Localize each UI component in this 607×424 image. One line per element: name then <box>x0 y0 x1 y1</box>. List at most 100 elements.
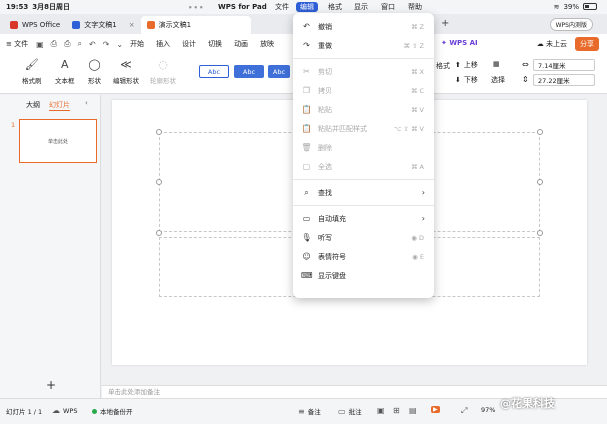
width-field[interactable]: 7.14厘米 <box>533 59 595 71</box>
menu-edit[interactable]: 编辑 <box>296 2 318 12</box>
paste-icon: 📋 <box>301 105 312 114</box>
edit-shape-button[interactable]: ≪ 编辑形状 <box>113 58 139 85</box>
menu-item-paste[interactable]: 📋 粘贴 ⌘ V <box>293 100 434 119</box>
scissors-icon: ✂ <box>303 67 310 76</box>
edit-menu: ↶ 撤销 ⌘ Z ↷ 重做 ⌘ ⇧ Z ✂ 剪切 ⌘ X ❐ 拷贝 ⌘ C 📋 粘贴 ⌘ V 📋 粘贴并匹配样式… <box>293 13 434 298</box>
tool-label: 格式刷 <box>22 77 42 85</box>
app-name: WPS for Pad <box>218 3 267 11</box>
tab-home[interactable]: 开始 <box>130 39 144 49</box>
menu-help[interactable]: 帮助 <box>408 2 422 12</box>
cloud-label: 未上云 <box>546 40 567 48</box>
slides-panel: 大纲 幻灯片 ‹ 1 单击此处 + <box>0 95 101 398</box>
menu-item-paste-match[interactable]: 📋 粘贴并匹配样式 ⌥ ⇧ ⌘ V <box>293 119 434 138</box>
file-menu-button[interactable]: ≡ 文件 <box>6 39 28 49</box>
wifi-icon: ≋ <box>553 3 560 11</box>
menu-shortcut: ⌘ ⇧ Z <box>403 41 424 50</box>
export-icon[interactable]: ⎙ <box>51 39 57 49</box>
tab-outline[interactable]: 大纲 <box>26 100 40 111</box>
align-icon[interactable]: ▦ <box>493 60 500 68</box>
tab-insert[interactable]: 插入 <box>156 39 170 49</box>
shape-button[interactable]: ◯ 形状 <box>88 58 101 85</box>
brush-icon: 🖌 <box>24 58 39 71</box>
sorter-view-icon[interactable]: ⊞ <box>393 406 400 415</box>
redo-icon[interactable]: ↷ <box>103 40 110 49</box>
tool-label: 下移 <box>463 76 478 84</box>
tab-animation[interactable]: 动画 <box>234 39 248 49</box>
resize-handle[interactable] <box>537 230 543 236</box>
slide-thumbnail[interactable]: 单击此处 <box>19 119 97 163</box>
menu-item-redo[interactable]: ↷ 重做 ⌘ ⇧ Z <box>293 36 434 55</box>
close-icon[interactable]: × <box>129 21 135 29</box>
menu-item-emoji[interactable]: ☺ 表情符号 ◉ E <box>293 247 434 266</box>
height-field[interactable]: 27.22厘米 <box>533 74 595 86</box>
wps-ai-button[interactable]: ✦ WPS AI <box>441 39 478 47</box>
collapse-panel-icon[interactable]: ‹ <box>85 99 88 107</box>
tab-presentation[interactable]: 演示文稿1 <box>140 16 251 34</box>
menu-item-undo[interactable]: ↶ 撤销 ⌘ Z <box>293 17 434 36</box>
play-button[interactable]: ▶ <box>431 406 440 413</box>
resize-handle[interactable] <box>156 230 162 236</box>
resize-handle[interactable] <box>156 129 162 135</box>
fit-screen-icon[interactable]: ⤢ <box>461 406 467 416</box>
textbox-button[interactable]: A 文本框 <box>55 58 75 85</box>
shape-style-2[interactable]: Abc <box>234 65 264 78</box>
menu-format[interactable]: 格式 <box>328 2 342 12</box>
resize-handle[interactable] <box>537 179 543 185</box>
notes-toggle[interactable]: ≡ 备注 <box>298 406 321 417</box>
date: 3月8日周日 <box>32 3 71 11</box>
bring-forward-button[interactable]: ⬆ 上移 <box>455 60 478 70</box>
shape-style-3[interactable]: Abc <box>268 65 290 78</box>
cloud-status[interactable]: ☁ 未上云 <box>537 39 567 49</box>
share-button[interactable]: 分享 <box>575 37 599 51</box>
resize-handle[interactable] <box>537 129 543 135</box>
slide-number: 1 <box>11 121 16 129</box>
backup-status-icon <box>92 408 97 414</box>
print-icon[interactable]: ⎙ <box>64 39 70 49</box>
menu-item-label: 自动填充 <box>318 214 346 223</box>
normal-view-icon[interactable]: ▣ <box>377 406 385 415</box>
menu-item-trash[interactable]: 🗑 删除 <box>293 138 434 157</box>
menu-item-keyboard[interactable]: ⌨ 显示键盘 <box>293 266 434 285</box>
shape-style-1[interactable]: Abc <box>199 65 229 78</box>
menu-item-autofill[interactable]: ▭ 自动填充 › <box>293 209 434 228</box>
menu-view[interactable]: 显示 <box>354 2 368 12</box>
menu-file[interactable]: 文件 <box>275 2 289 12</box>
menu-item-mic[interactable]: 🎙 听写 ◉ D <box>293 228 434 247</box>
format-tool[interactable]: 格式 <box>436 61 450 71</box>
new-tab-button[interactable]: + <box>441 18 449 29</box>
tab-slideshow[interactable]: 放映 <box>260 39 274 49</box>
menu-shortcut: ⌘ V <box>410 105 424 114</box>
send-backward-button[interactable]: ⬇ 下移 <box>455 75 478 85</box>
outline-shape-button[interactable]: ◌ 轮廓形状 <box>150 58 176 85</box>
send-backward-icon: ⬇ <box>455 76 461 84</box>
beta-badge[interactable]: WPS内测版 <box>549 18 593 31</box>
tab-design[interactable]: 设计 <box>182 39 196 49</box>
backup-status[interactable]: 本地备份开 <box>92 406 133 416</box>
menu-window[interactable]: 窗口 <box>381 2 395 12</box>
tab-wps-office[interactable]: WPS Office <box>4 16 66 34</box>
select-button[interactable]: 选择 <box>491 75 505 85</box>
menu-item-find[interactable]: ⌕ 查找 › <box>293 183 434 202</box>
search-icon[interactable]: ⌕ <box>77 39 81 49</box>
undo-icon[interactable]: ↶ <box>89 40 96 49</box>
add-slide-button[interactable]: + <box>46 378 56 392</box>
multitask-dots-icon[interactable]: ••• <box>188 4 204 12</box>
keyboard-icon: ⌨ <box>301 271 313 280</box>
reading-view-icon[interactable]: ▤ <box>409 406 417 415</box>
tab-writer-doc[interactable]: 文字文稿1 × <box>66 16 140 34</box>
tab-slides[interactable]: 幻灯片 <box>49 100 70 111</box>
menu-item-label: 重做 <box>318 41 332 50</box>
wps-account[interactable]: ☁ WPS <box>52 406 77 415</box>
zoom-level[interactable]: 97% <box>481 406 495 414</box>
format-painter-button[interactable]: 🖌 格式刷 <box>22 58 42 85</box>
resize-handle[interactable] <box>156 179 162 185</box>
menu-item-copy[interactable]: ❐ 拷贝 ⌘ C <box>293 81 434 100</box>
save-icon[interactable]: ▣ <box>36 40 44 49</box>
menu-item-label: 全选 <box>318 162 332 171</box>
tab-transition[interactable]: 切换 <box>208 39 222 49</box>
comments-toggle[interactable]: ▭ 批注 <box>338 406 362 417</box>
wps-logo-icon <box>10 21 18 29</box>
menu-item-select-all[interactable]: ▢ 全选 ⌘ A <box>293 157 434 176</box>
more-icon[interactable]: ⌄ <box>116 40 123 49</box>
menu-item-scissors[interactable]: ✂ 剪切 ⌘ X <box>293 62 434 81</box>
